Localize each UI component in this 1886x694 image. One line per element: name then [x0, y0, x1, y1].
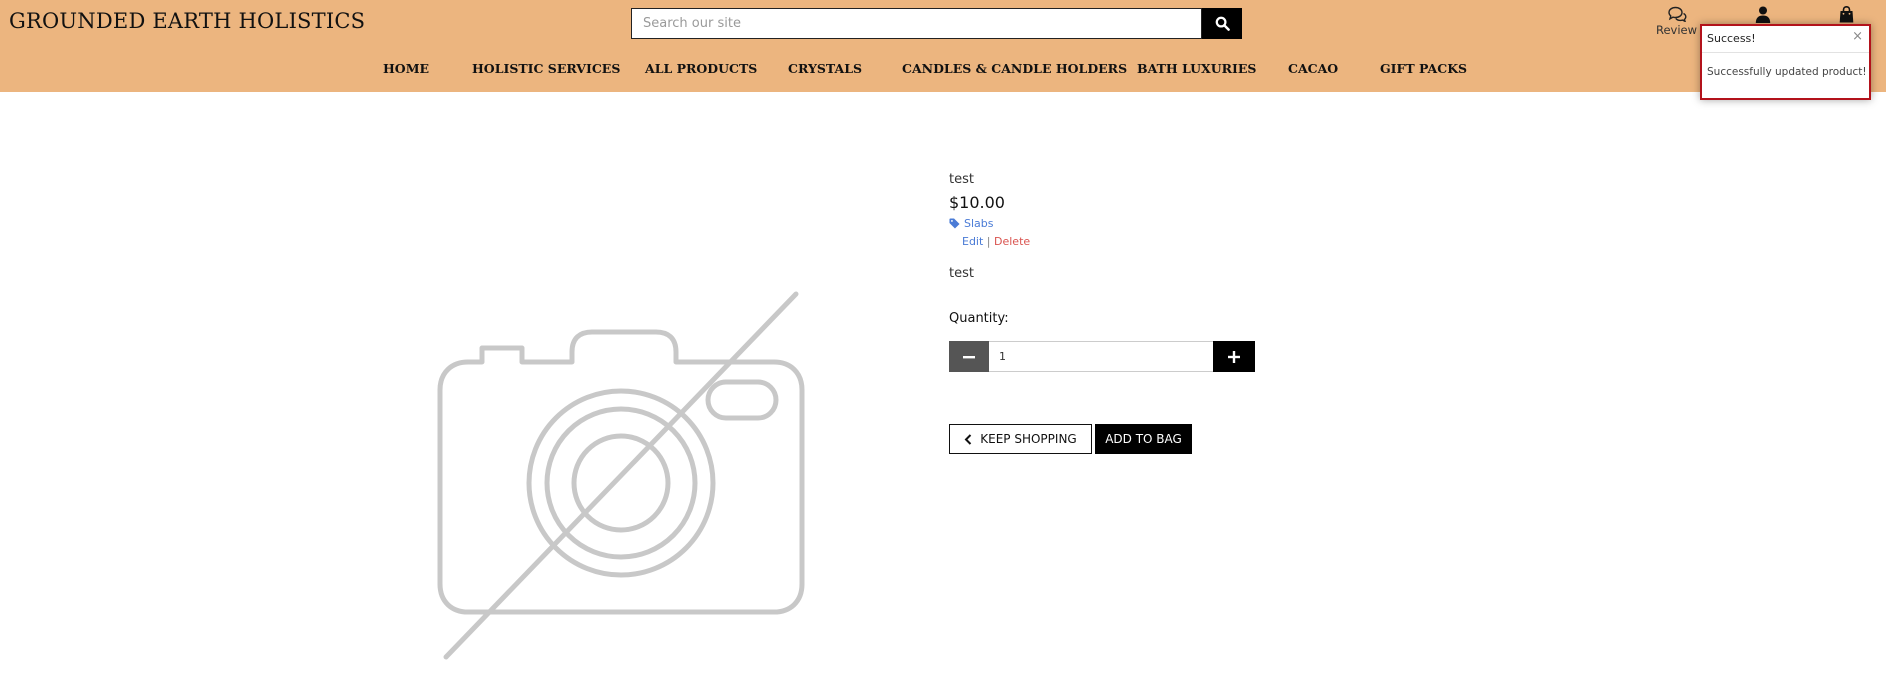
nav-item-bath-luxuries[interactable]: BATH LUXURIES — [1137, 61, 1256, 76]
quantity-label: Quantity: — [949, 311, 1009, 326]
chevron-left-icon — [964, 433, 972, 445]
tag-icon — [949, 218, 960, 229]
account-link[interactable] — [1755, 6, 1771, 23]
search-icon — [1215, 16, 1230, 31]
review-label: Review — [1656, 23, 1698, 37]
quantity-stepper — [949, 341, 1255, 372]
shopping-bag-icon — [1839, 6, 1854, 23]
comments-icon — [1667, 6, 1687, 22]
site-header: GROUNDED EARTH HOLISTICS Review — [0, 0, 1886, 92]
no-image-camera-icon — [437, 291, 805, 660]
product-description: test — [949, 266, 974, 281]
toast-header: Success! × — [1702, 26, 1869, 53]
toast-title: Success! — [1707, 32, 1756, 45]
product-category-label: Slabs — [964, 217, 994, 230]
nav-item-crystals[interactable]: CRYSTALS — [788, 61, 862, 76]
product-image — [430, 290, 812, 668]
keep-shopping-label: KEEP SHOPPING — [980, 432, 1077, 446]
nav-item-holistic-services[interactable]: HOLISTIC SERVICES — [472, 61, 620, 76]
admin-link-separator: | — [983, 235, 995, 248]
toast-message: Successfully updated product! — [1707, 66, 1867, 78]
main-nav: HOME HOLISTIC SERVICES ALL PRODUCTS CRYS… — [0, 58, 1886, 82]
add-to-bag-button[interactable]: ADD TO BAG — [1095, 424, 1192, 454]
keep-shopping-button[interactable]: KEEP SHOPPING — [949, 424, 1092, 454]
edit-product-link[interactable]: Edit — [962, 235, 983, 248]
plus-icon — [1228, 350, 1240, 363]
nav-item-candles[interactable]: CANDLES & CANDLE HOLDERS — [902, 61, 1127, 76]
decrement-quantity-button[interactable] — [949, 341, 989, 372]
quantity-input[interactable] — [989, 341, 1213, 372]
search-input[interactable] — [631, 8, 1202, 39]
product-category-link[interactable]: Slabs — [949, 217, 994, 230]
product-name: test — [949, 172, 974, 187]
user-icon — [1755, 6, 1771, 23]
success-toast: Success! × Successfully updated product! — [1700, 24, 1871, 100]
toast-close-button[interactable]: × — [1852, 29, 1863, 44]
product-price: $10.00 — [949, 193, 1005, 212]
nav-item-all-products[interactable]: ALL PRODUCTS — [645, 61, 757, 76]
minus-icon — [963, 355, 975, 358]
delete-product-link[interactable]: Delete — [994, 235, 1030, 248]
nav-item-home[interactable]: HOME — [383, 61, 429, 76]
search-button[interactable] — [1202, 8, 1242, 39]
shopping-bag-link[interactable] — [1839, 6, 1854, 23]
product-admin-links: Edit | Delete — [962, 235, 1030, 248]
brand-logo[interactable]: GROUNDED EARTH HOLISTICS — [9, 9, 365, 33]
review-link[interactable]: Review — [1656, 6, 1697, 37]
nav-item-gift-packs[interactable]: GIFT PACKS — [1380, 61, 1467, 76]
nav-item-cacao[interactable]: CACAO — [1288, 61, 1338, 76]
search-form — [631, 8, 1242, 39]
increment-quantity-button[interactable] — [1213, 341, 1255, 372]
